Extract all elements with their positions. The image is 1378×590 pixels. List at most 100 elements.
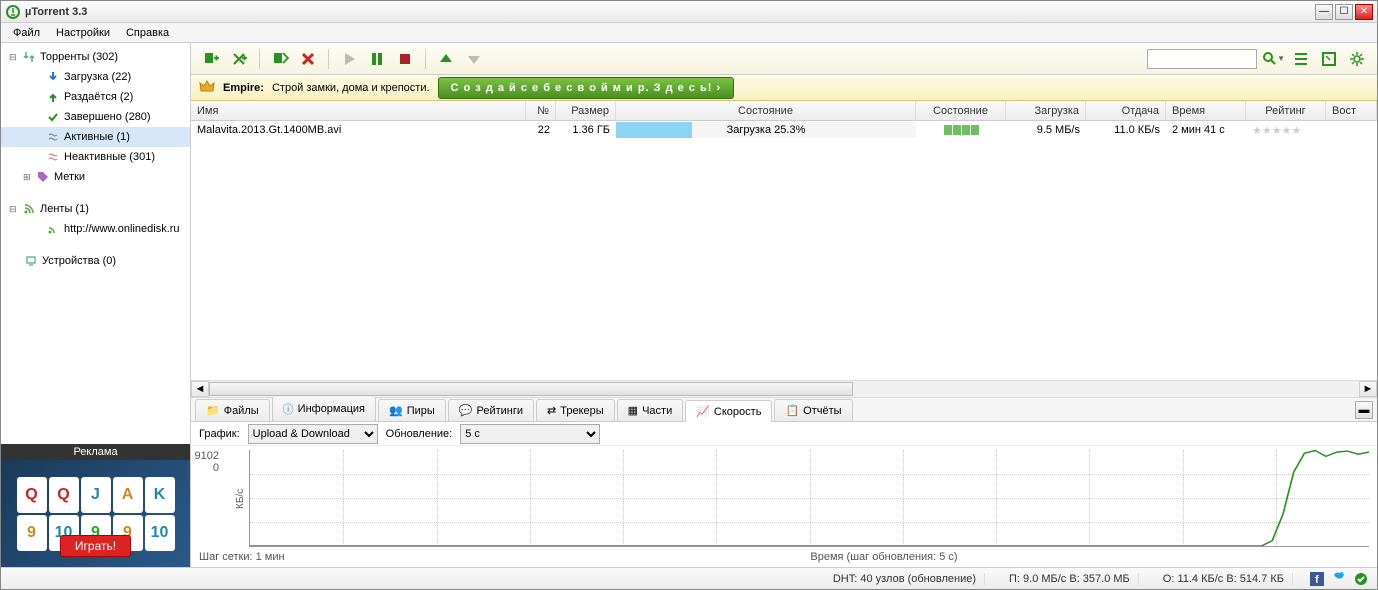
label: Метки [54, 171, 85, 183]
sidebar: ⊟ Торренты (302) Загрузка (22) Раздаётся… [1, 43, 191, 567]
tab-peers[interactable]: 👥Пиры [378, 399, 446, 421]
detail-tabs: 📁Файлы ⓘИнформация 👥Пиры 💬Рейтинги ⇄Трек… [191, 398, 1377, 422]
stop-button[interactable] [393, 47, 417, 71]
create-torrent-button[interactable] [268, 47, 292, 71]
torrent-row[interactable]: Malavita.2013.Gt.1400MB.avi 22 1.36 ГБ З… [191, 121, 1377, 139]
progress-text: Загрузка 25.3% [616, 122, 916, 138]
ad-play-button[interactable]: Играть! [60, 535, 131, 557]
cell-num: 22 [526, 124, 556, 136]
view-detail-button[interactable] [1317, 47, 1341, 71]
settings-button[interactable] [1345, 47, 1369, 71]
add-torrent-button[interactable] [199, 47, 223, 71]
collapse-icon[interactable]: ⊟ [9, 204, 21, 215]
col-rating[interactable]: Рейтинг [1246, 101, 1326, 120]
ad-image[interactable]: QQJAK 9109910 Играть! [1, 460, 190, 567]
statusbar: DHT: 40 узлов (обновление) П: 9.0 МБ/с В… [1, 567, 1377, 589]
tab-files[interactable]: 📁Файлы [195, 399, 270, 421]
sidebar-feeds[interactable]: ⊟ Ленты (1) [1, 199, 190, 219]
col-time[interactable]: Время [1166, 101, 1246, 120]
cell-up: 11.0 КБ/s [1086, 124, 1166, 136]
menu-settings[interactable]: Настройки [48, 25, 118, 41]
cell-down: 9.5 МБ/s [1006, 124, 1086, 136]
expand-icon[interactable]: ⊞ [23, 172, 35, 183]
tab-info[interactable]: ⓘИнформация [272, 396, 376, 421]
remove-button[interactable] [296, 47, 320, 71]
sidebar-torrents[interactable]: ⊟ Торренты (302) [1, 47, 190, 67]
promo-button[interactable]: С о з д а й с е б е с в о й м и р. З д е… [438, 77, 735, 99]
upload-icon [45, 90, 61, 104]
graph-select[interactable]: Upload & Download [248, 424, 378, 444]
cell-rating: ★★★★★ [1246, 124, 1326, 137]
comment-icon: 💬 [459, 404, 473, 417]
label: Загрузка (22) [64, 71, 131, 83]
view-list-button[interactable] [1289, 47, 1313, 71]
menu-help[interactable]: Справка [118, 25, 177, 41]
scroll-left-button[interactable]: ◄ [191, 381, 209, 397]
rss-icon [21, 202, 37, 216]
health-bars [944, 125, 979, 135]
label: Неактивные (301) [64, 151, 155, 163]
tab-reports[interactable]: 📋Отчёты [774, 399, 852, 421]
sidebar-inactive[interactable]: Неактивные (301) [1, 147, 190, 167]
maximize-button[interactable]: ☐ [1335, 4, 1353, 20]
label: Торренты (302) [40, 51, 118, 63]
sidebar-devices[interactable]: Устройства (0) [1, 251, 190, 271]
collapse-icon[interactable]: ⊟ [9, 52, 21, 63]
search-button[interactable]: ▼ [1261, 47, 1285, 71]
ad-title: Реклама [1, 444, 190, 460]
start-button[interactable] [337, 47, 361, 71]
tab-ratings[interactable]: 💬Рейтинги [448, 399, 534, 421]
pause-button[interactable] [365, 47, 389, 71]
inactive-icon [45, 150, 61, 164]
sidebar-labels[interactable]: ⊞ Метки [1, 167, 190, 187]
move-down-button[interactable] [462, 47, 486, 71]
add-url-button[interactable] [227, 47, 251, 71]
info-icon: ⓘ [283, 401, 294, 417]
scroll-thumb[interactable] [209, 382, 853, 396]
cell-time: 2 мин 41 с [1166, 124, 1246, 136]
minimize-button[interactable]: — [1315, 4, 1333, 20]
search-input[interactable] [1147, 49, 1257, 69]
col-health[interactable]: Состояние [916, 101, 1006, 120]
label: http://www.onlinedisk.ru [64, 223, 180, 235]
col-status[interactable]: Состояние [616, 101, 916, 120]
promo-bar: Empire: Строй замки, дома и крепости. С … [191, 75, 1377, 101]
scroll-track[interactable] [209, 381, 1359, 397]
label: Ленты (1) [40, 203, 89, 215]
col-num[interactable]: № [526, 101, 556, 120]
col-down[interactable]: Загрузка [1006, 101, 1086, 120]
y-min: 0 [193, 462, 219, 474]
tag-icon [35, 170, 51, 184]
report-icon: 📋 [785, 404, 799, 417]
svg-text:f: f [1315, 574, 1319, 586]
update-select[interactable]: 5 с [460, 424, 600, 444]
sidebar-seeding[interactable]: Раздаётся (2) [1, 87, 190, 107]
tab-pieces[interactable]: ▦Части [617, 399, 684, 421]
tab-speed[interactable]: 📈Скорость [685, 400, 772, 422]
cell-health [916, 125, 1006, 135]
sidebar-downloading[interactable]: Загрузка (22) [1, 67, 190, 87]
promo-title: Empire: [223, 82, 264, 94]
status-ok-icon[interactable] [1353, 571, 1369, 587]
twitter-icon[interactable] [1331, 571, 1347, 587]
sidebar-active[interactable]: Активные (1) [1, 127, 190, 147]
tab-trackers[interactable]: ⇄Трекеры [536, 399, 615, 421]
status-up: О: 11.4 КБ/с В: 514.7 КБ [1155, 573, 1293, 585]
facebook-icon[interactable]: f [1309, 571, 1325, 587]
close-button[interactable]: ✕ [1355, 4, 1373, 20]
update-label: Обновление: [386, 428, 453, 440]
minimize-panel-button[interactable]: ▬ [1355, 401, 1373, 419]
col-rest[interactable]: Вост [1326, 101, 1377, 120]
sidebar-feed-item[interactable]: http://www.onlinedisk.ru [1, 219, 190, 239]
col-size[interactable]: Размер [556, 101, 616, 120]
device-icon [23, 254, 39, 268]
move-up-button[interactable] [434, 47, 458, 71]
check-icon [45, 110, 61, 124]
col-name[interactable]: Имя [191, 101, 526, 120]
menu-file[interactable]: Файл [5, 25, 48, 41]
sidebar-completed[interactable]: Завершено (280) [1, 107, 190, 127]
col-up[interactable]: Отдача [1086, 101, 1166, 120]
scroll-right-button[interactable]: ► [1359, 381, 1377, 397]
horizontal-scrollbar[interactable]: ◄ ► [191, 380, 1377, 398]
active-icon [45, 130, 61, 144]
